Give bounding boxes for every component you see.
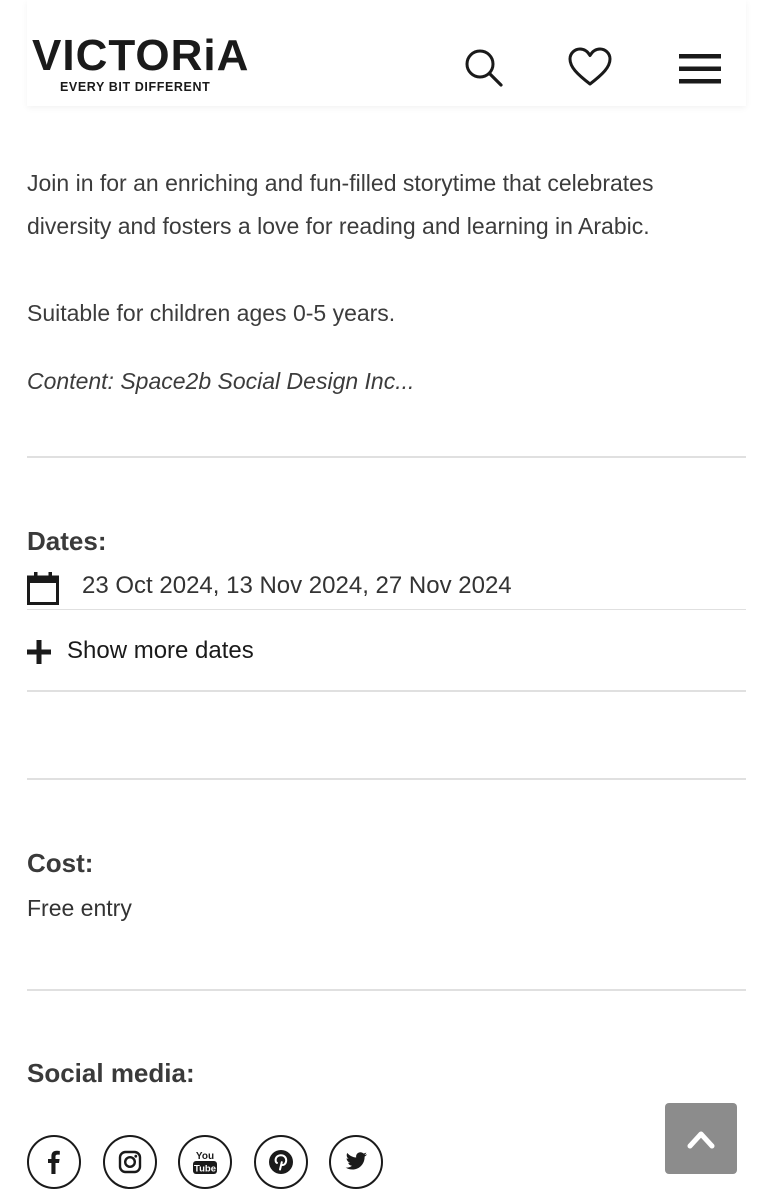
show-more-dates-button[interactable]: Show more dates	[27, 634, 287, 670]
social-media-heading: Social media:	[27, 1058, 195, 1088]
cost-value: Free entry	[27, 895, 132, 921]
twitter-link[interactable]	[329, 1135, 383, 1189]
pinterest-link[interactable]	[254, 1135, 308, 1189]
chevron-up-icon	[687, 1131, 715, 1148]
event-description: Join in for an enriching and fun-filled …	[27, 170, 654, 239]
cost-heading: Cost:	[27, 848, 94, 878]
plus-icon	[27, 640, 51, 664]
logo-tagline: EVERY BIT DIFFERENT	[60, 80, 211, 94]
site-header: VICTORiA EVERY BIT DIFFERENT	[27, 0, 746, 106]
youtube-link[interactable]: You Tube	[178, 1135, 232, 1189]
youtube-text-top: You	[196, 1151, 214, 1162]
instagram-link[interactable]	[103, 1135, 157, 1189]
divider	[27, 609, 746, 610]
event-dates: 23 Oct 2024, 13 Nov 2024, 27 Nov 2024	[82, 572, 512, 599]
dates-heading: Dates:	[27, 526, 107, 556]
victoria-logo[interactable]: VICTORiA EVERY BIT DIFFERENT	[32, 30, 282, 100]
heart-icon[interactable]	[567, 46, 613, 88]
divider	[27, 989, 746, 991]
divider	[27, 690, 746, 692]
divider	[27, 456, 746, 458]
show-more-dates-label: Show more dates	[67, 637, 254, 664]
youtube-text-bottom: Tube	[194, 1164, 216, 1175]
instagram-icon	[118, 1150, 142, 1174]
logo-wordmark: VICTORiA	[32, 31, 250, 80]
menu-icon[interactable]	[677, 52, 723, 86]
back-to-top-button[interactable]	[665, 1103, 737, 1174]
pinterest-icon	[269, 1150, 293, 1174]
divider	[27, 778, 746, 780]
youtube-icon: You Tube	[193, 1151, 217, 1175]
facebook-icon	[48, 1150, 60, 1174]
search-icon[interactable]	[464, 48, 504, 88]
age-suitability: Suitable for children ages 0-5 years.	[27, 300, 396, 326]
content-credit: Content: Space2b Social Design Inc...	[27, 368, 415, 394]
calendar-icon	[27, 572, 59, 605]
facebook-link[interactable]	[27, 1135, 81, 1189]
twitter-icon	[345, 1152, 367, 1170]
